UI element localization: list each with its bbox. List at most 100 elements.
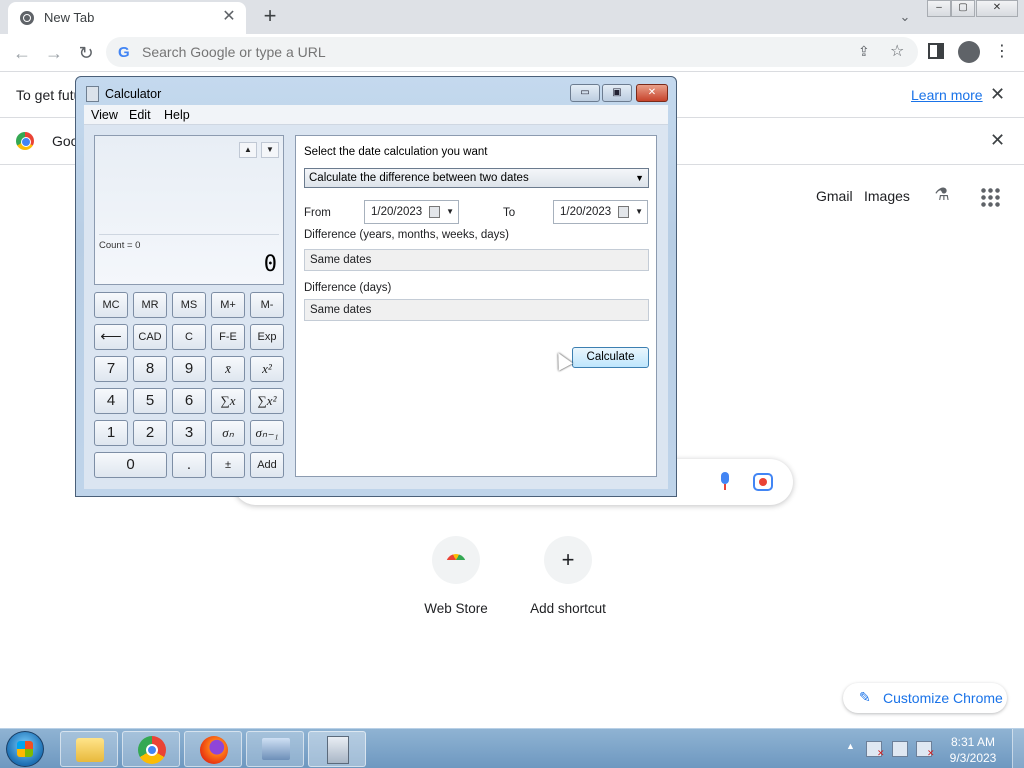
- back-icon[interactable]: ←: [10, 41, 34, 65]
- share-icon[interactable]: ⇪: [858, 43, 870, 60]
- side-panel-icon[interactable]: [928, 43, 944, 59]
- forward-icon[interactable]: →: [42, 41, 66, 65]
- google-apps-icon[interactable]: [980, 187, 1000, 207]
- labs-flask-icon[interactable]: ⚗: [932, 185, 952, 207]
- address-input[interactable]: [142, 42, 822, 62]
- key-backspace[interactable]: ⟵: [94, 324, 128, 350]
- date-calc-prompt: Select the date calculation you want: [304, 146, 488, 158]
- taskbar-explorer[interactable]: [60, 731, 118, 767]
- key-9[interactable]: 9: [172, 356, 206, 382]
- network-icon: [262, 738, 290, 760]
- tray-expand-icon[interactable]: ▲: [846, 741, 855, 751]
- key-0[interactable]: 0: [94, 452, 167, 478]
- network-tray-icon[interactable]: [892, 741, 908, 757]
- key-add[interactable]: Add: [250, 452, 284, 478]
- reload-icon[interactable]: ↻: [74, 41, 98, 65]
- key-m-minus[interactable]: M-: [250, 292, 284, 318]
- tab-close-icon[interactable]: ✕: [220, 8, 238, 26]
- key-cad[interactable]: CAD: [133, 324, 167, 350]
- calc-keypad: MC MR MS M+ M- ⟵ CAD C F-E Exp 7 8 9 x̄ …: [94, 292, 286, 482]
- key-1[interactable]: 1: [94, 420, 128, 446]
- google-lens-icon[interactable]: [753, 473, 773, 491]
- taskbar-network[interactable]: [246, 731, 304, 767]
- taskbar-calculator[interactable]: [308, 731, 366, 767]
- web-store-icon: [446, 554, 466, 566]
- tab-strip: New Tab ✕ + ⌄ – ▢ ✕: [0, 0, 1024, 34]
- history-down-icon[interactable]: ▼: [261, 142, 279, 158]
- menu-edit[interactable]: Edit: [129, 108, 151, 122]
- calendar-icon[interactable]: [618, 206, 629, 218]
- window-close-button[interactable]: ✕: [976, 0, 1018, 17]
- key-7[interactable]: 7: [94, 356, 128, 382]
- key-sample-std-dev[interactable]: σₙ₋₁: [250, 420, 284, 446]
- infobar-text: To get futu: [16, 87, 82, 103]
- taskbar-firefox[interactable]: [184, 731, 242, 767]
- chevron-down-icon[interactable]: ▼: [446, 201, 454, 223]
- calculator-window: Calculator ▭ ▣ ✕ View Edit Help ▲ ▼ Coun…: [75, 76, 677, 497]
- calculator-icon: [327, 736, 349, 764]
- key-std-dev[interactable]: σₙ: [211, 420, 245, 446]
- chevron-down-icon[interactable]: ▼: [635, 201, 643, 223]
- show-desktop-button[interactable]: [1012, 729, 1024, 768]
- voice-search-icon[interactable]: [717, 470, 733, 492]
- to-date-picker[interactable]: 1/20/2023 ▼: [553, 200, 648, 224]
- menu-help[interactable]: Help: [164, 108, 190, 122]
- omnibox[interactable]: G ⇪ ☆: [106, 37, 918, 67]
- key-ms[interactable]: MS: [172, 292, 206, 318]
- difference-label: Difference (years, months, weeks, days): [304, 229, 509, 241]
- calc-close-button[interactable]: ✕: [636, 84, 668, 102]
- from-date-picker[interactable]: 1/20/2023 ▼: [364, 200, 459, 224]
- key-mc[interactable]: MC: [94, 292, 128, 318]
- gmail-link[interactable]: Gmail: [816, 188, 853, 204]
- to-label: To: [503, 207, 516, 219]
- calc-maximize-button[interactable]: ▣: [602, 84, 632, 102]
- clock-date[interactable]: 9/3/2023: [948, 751, 998, 765]
- key-sum-squares[interactable]: ∑x²: [250, 388, 284, 414]
- customize-chrome-button[interactable]: ✎ Customize Chrome: [843, 683, 1007, 713]
- infobar-close-icon[interactable]: ✕: [990, 130, 1005, 151]
- key-mr[interactable]: MR: [133, 292, 167, 318]
- calc-display: ▲ ▼ Count = 0 0: [94, 135, 284, 285]
- key-mean[interactable]: x̄: [211, 356, 245, 382]
- taskbar-chrome[interactable]: [122, 731, 180, 767]
- new-tab-button[interactable]: +: [258, 5, 282, 29]
- infobar-close-icon[interactable]: ✕: [990, 84, 1005, 105]
- key-4[interactable]: 4: [94, 388, 128, 414]
- key-8[interactable]: 8: [133, 356, 167, 382]
- calc-minimize-button[interactable]: ▭: [570, 84, 600, 102]
- key-fe[interactable]: F-E: [211, 324, 245, 350]
- shortcut-label: Web Store: [424, 601, 488, 616]
- from-label: From: [304, 207, 331, 219]
- key-3[interactable]: 3: [172, 420, 206, 446]
- key-plus-minus[interactable]: ±: [211, 452, 245, 478]
- key-clear[interactable]: C: [172, 324, 206, 350]
- history-up-icon[interactable]: ▲: [239, 142, 257, 158]
- difference-days-output: Same dates: [304, 299, 649, 321]
- start-button[interactable]: [6, 731, 44, 767]
- calendar-icon[interactable]: [429, 206, 440, 218]
- tab-new-tab[interactable]: New Tab ✕: [8, 2, 246, 34]
- key-mean-squares[interactable]: x²: [250, 356, 284, 382]
- clock-time[interactable]: 8:31 AM: [948, 735, 998, 749]
- key-exp[interactable]: Exp: [250, 324, 284, 350]
- date-calc-mode-select[interactable]: Calculate the difference between two dat…: [304, 168, 649, 188]
- key-2[interactable]: 2: [133, 420, 167, 446]
- chrome-menu-icon[interactable]: ⋮: [994, 41, 1010, 63]
- bookmark-star-icon[interactable]: ☆: [890, 41, 904, 61]
- tab-search-icon[interactable]: ⌄: [894, 6, 916, 28]
- key-5[interactable]: 5: [133, 388, 167, 414]
- key-m-plus[interactable]: M+: [211, 292, 245, 318]
- shortcut-web-store[interactable]: Web Store: [400, 536, 512, 626]
- key-decimal[interactable]: .: [172, 452, 206, 478]
- window-maximize-button[interactable]: ▢: [951, 0, 975, 17]
- key-6[interactable]: 6: [172, 388, 206, 414]
- add-shortcut-icon: +: [544, 536, 592, 584]
- menu-view[interactable]: View: [91, 108, 118, 122]
- calculate-button[interactable]: Calculate: [572, 347, 649, 368]
- profile-avatar-icon[interactable]: [958, 41, 980, 63]
- learn-more-link[interactable]: Learn more: [911, 87, 983, 103]
- images-link[interactable]: Images: [864, 188, 910, 204]
- key-sum[interactable]: ∑x: [211, 388, 245, 414]
- shortcut-add[interactable]: + Add shortcut: [512, 536, 624, 626]
- window-minimize-button[interactable]: –: [927, 0, 951, 17]
